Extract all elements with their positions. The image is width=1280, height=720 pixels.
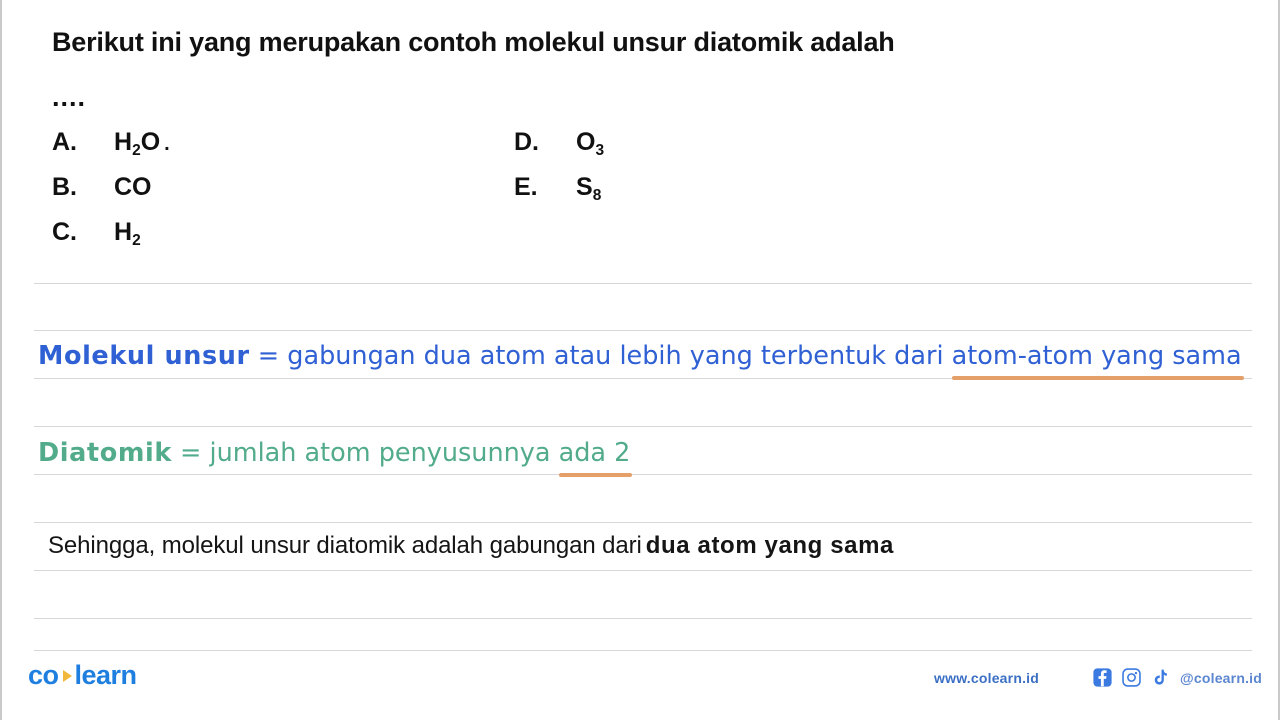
rule-line-6 (34, 570, 1252, 571)
option-a-formula-main: H (114, 128, 133, 156)
rule-line-7 (34, 618, 1252, 619)
conclusion-lead: Sehingga, molekul unsur diatomik adalah … (48, 532, 642, 559)
colearn-logo[interactable]: co learn (28, 660, 137, 691)
social-handle: @colearn.id (1180, 669, 1262, 686)
rule-line-3 (34, 426, 1252, 427)
option-c-formula-sub: 2 (132, 231, 141, 249)
option-a-formula-tail: O (140, 128, 161, 156)
logo-text-learn: learn (74, 660, 138, 690)
explanation-1-highlight: atom-atom yang sama (951, 341, 1242, 371)
option-b-formula-main: CO (114, 173, 152, 201)
option-c-formula-main: H (114, 218, 133, 246)
rule-line-8 (34, 650, 1252, 651)
option-a[interactable]: A. H2O. (52, 128, 170, 159)
worksheet-page: Berikut ini yang merupakan contoh moleku… (0, 0, 1280, 720)
website-label: www.colearn.id (934, 669, 1040, 686)
option-e-formula-sub: 8 (592, 186, 602, 204)
rule-line-0 (34, 283, 1252, 284)
logo-text-co: co (28, 660, 59, 690)
option-e-label: E. (514, 173, 538, 201)
option-d-label: D. (514, 128, 539, 156)
explanation-2-keyword: Diatomik (38, 438, 172, 468)
instagram-icon[interactable] (1122, 668, 1141, 687)
option-c-label: C. (52, 218, 77, 246)
conclusion-text: Sehingga, molekul unsur diatomik adalah … (48, 534, 894, 558)
play-triangle-icon (62, 669, 72, 682)
option-c[interactable]: C. H2 (52, 218, 141, 249)
conclusion-emphasis: dua atom yang sama (645, 532, 894, 559)
option-d[interactable]: D. O3 (514, 128, 605, 159)
option-d-formula-main: O (576, 128, 596, 156)
explanation-1-keyword: Molekul unsur (38, 341, 250, 371)
option-a-formula-sub: 2 (132, 141, 141, 159)
rule-line-1 (34, 330, 1252, 331)
explanation-diatomik: Diatomik = jumlah atom penyusunnya ada 2 (38, 438, 631, 468)
footer-contact: www.colearn.id @colearn.id (934, 668, 1262, 687)
option-b[interactable]: B. CO (52, 175, 152, 203)
explanation-1-body: = gabungan dua atom atau lebih yang terb… (249, 341, 952, 371)
option-d-formula-sub: 3 (595, 141, 605, 159)
rule-line-5 (34, 522, 1252, 523)
explanation-molekul-unsur: Molekul unsur = gabungan dua atom atau l… (38, 341, 1242, 371)
facebook-icon[interactable] (1093, 668, 1112, 687)
explanation-2-highlight: ada 2 (558, 438, 631, 468)
option-e-formula-main: S (576, 173, 593, 201)
tiktok-icon[interactable] (1151, 668, 1170, 687)
option-b-label: B. (52, 173, 77, 201)
option-a-label: A. (52, 128, 77, 156)
explanation-2-body: = jumlah atom penyusunnya (171, 438, 559, 468)
option-e[interactable]: E. S8 (514, 173, 602, 204)
question-text: Berikut ini yang merupakan contoh moleku… (52, 27, 895, 57)
option-a-trailing: . (164, 133, 170, 155)
question-ellipsis: .... (52, 82, 87, 112)
rule-line-4 (34, 474, 1252, 475)
